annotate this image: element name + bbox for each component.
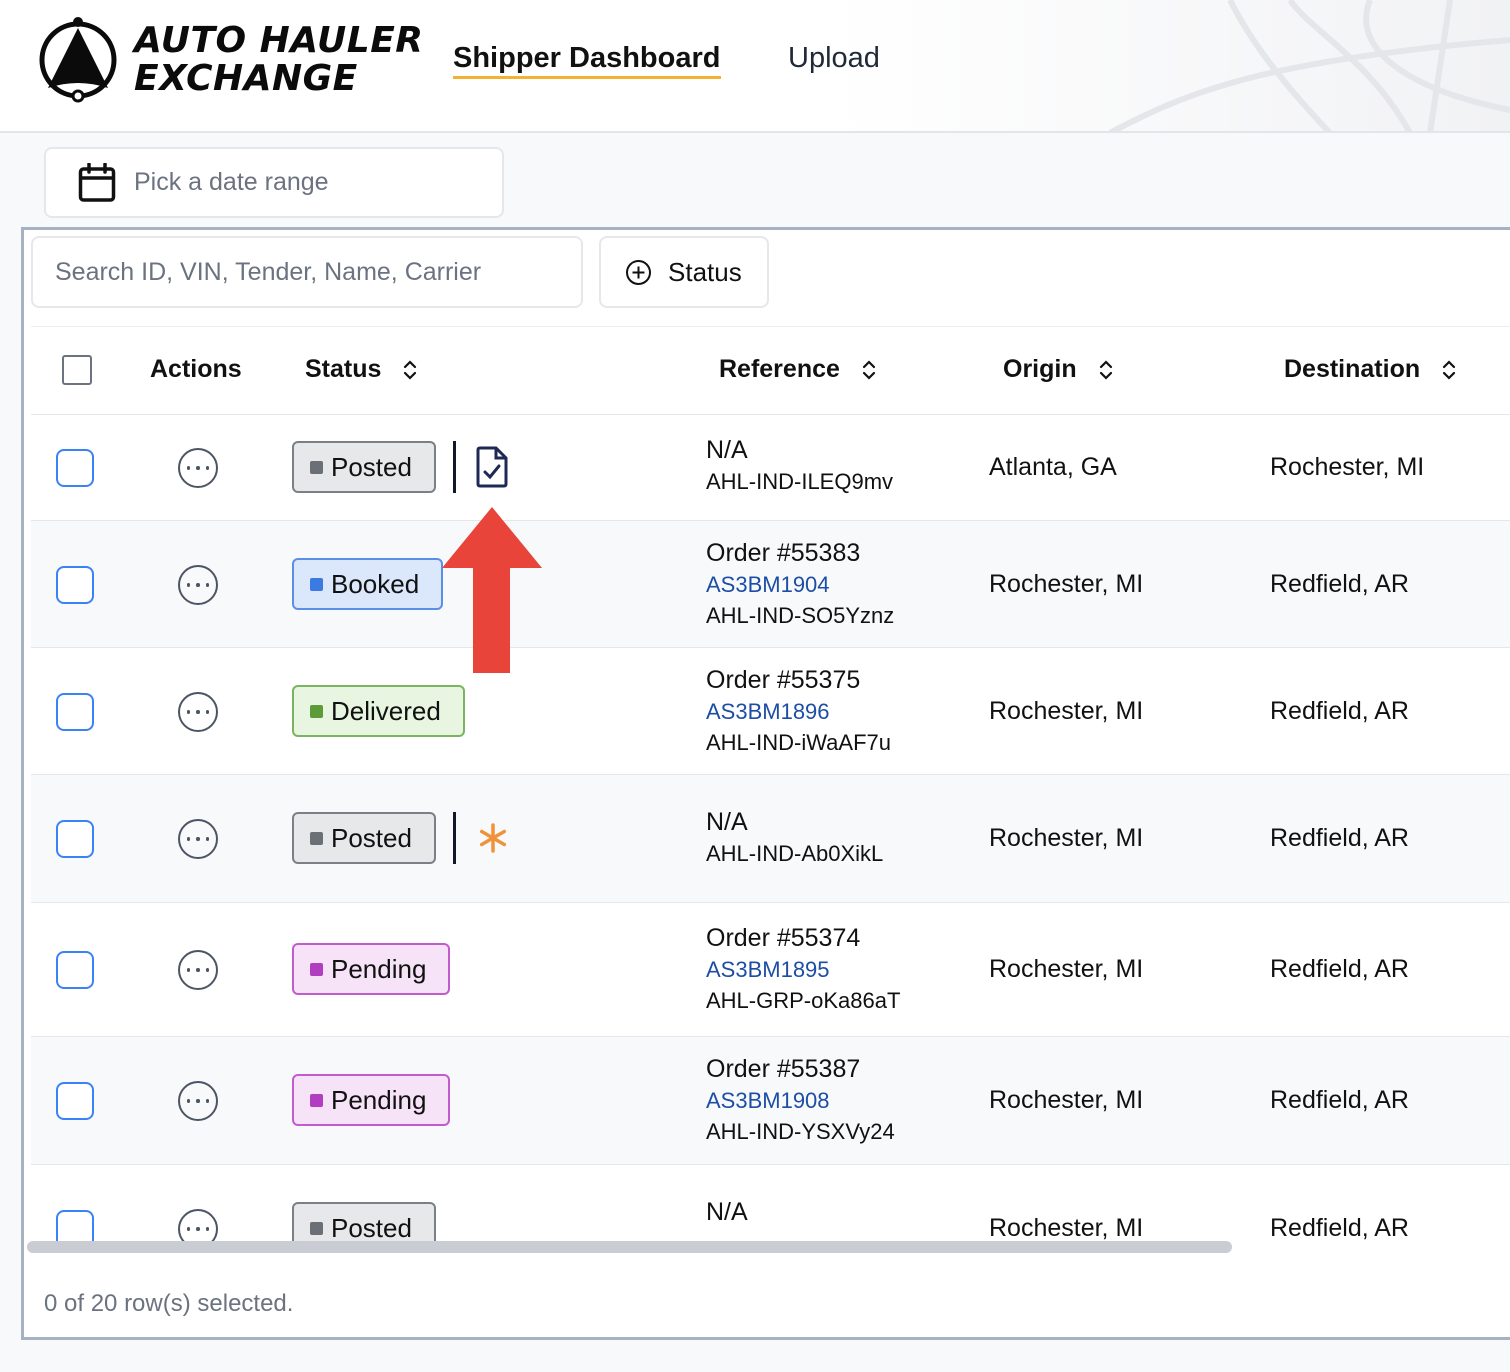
calendar-icon [78, 162, 116, 202]
table-header: Actions Status Reference Origin Destinat… [31, 327, 1510, 415]
asterisk-icon [479, 823, 507, 853]
column-header-reference[interactable]: Reference [719, 355, 876, 384]
origin-cell: Rochester, MI [989, 697, 1144, 725]
row-checkbox[interactable] [56, 951, 94, 989]
destination-cell: Redfield, AR [1270, 697, 1409, 725]
annotation-arrow-icon [442, 507, 542, 673]
status-filter-label: Status [668, 256, 742, 287]
destination-cell: Redfield, AR [1270, 1086, 1409, 1114]
reference-cell: Order #55374 AS3BM1895 AHL-GRP-oKa86aT [706, 924, 901, 1013]
status-badge: Booked [292, 558, 444, 610]
brand-logo-icon[interactable] [36, 16, 120, 104]
reference-cell: Order #55387 AS3BM1908 AHL-IND-YSXVy24 [706, 1055, 895, 1144]
row-checkbox[interactable] [56, 449, 94, 487]
table-row[interactable]: Delivered Order #55375 AS3BM1896 AHL-IND… [31, 648, 1510, 775]
row-actions-more-icon[interactable] [178, 448, 218, 488]
status-badge: Posted [292, 812, 436, 864]
table-row[interactable]: Pending Order #55387 AS3BM1908 AHL-IND-Y… [31, 1037, 1510, 1165]
reference-cell: Order #55383 AS3BM1904 AHL-IND-SO5Yznz [706, 539, 895, 628]
row-actions-more-icon[interactable] [178, 819, 218, 859]
origin-cell: Atlanta, GA [989, 453, 1117, 481]
sort-icon [1099, 359, 1112, 380]
row-checkbox[interactable] [56, 820, 94, 858]
row-actions-more-icon[interactable] [178, 950, 218, 990]
row-actions-more-icon[interactable] [178, 1081, 218, 1121]
app-header: AUTO HAULER EXCHANGE Shipper Dashboard U… [0, 0, 1510, 133]
vin-link[interactable]: AS3BM1896 [706, 696, 891, 727]
plus-circle-icon [626, 259, 651, 285]
reference-cell: N/A AHL-IND-Ab0XikL [706, 808, 884, 866]
status-badge: Posted [292, 441, 436, 493]
vin-link[interactable]: AS3BM1904 [706, 569, 894, 600]
status-badge: Pending [292, 943, 451, 995]
origin-cell: Rochester, MI [989, 1086, 1144, 1114]
horizontal-scrollbar[interactable] [27, 1241, 1232, 1253]
vin-link[interactable]: AS3BM1908 [706, 1085, 895, 1116]
origin-cell: Rochester, MI [989, 955, 1144, 983]
row-checkbox[interactable] [56, 566, 94, 604]
sort-icon [404, 359, 417, 380]
status-badge: Posted [292, 1202, 436, 1246]
sort-icon [1443, 359, 1456, 380]
reference-cell: N/A AHL-IND-ILEQ9mv [706, 436, 894, 494]
document-check-icon[interactable] [474, 446, 510, 488]
divider [453, 812, 456, 864]
select-all-checkbox[interactable] [62, 355, 92, 385]
nav-upload[interactable]: Upload [788, 42, 880, 75]
date-range-picker[interactable]: Pick a date range [44, 147, 504, 218]
reference-cell: Order #55375 AS3BM1896 AHL-IND-iWaAF7u [706, 666, 891, 755]
loads-panel: Status Actions Status Reference Origin D… [21, 227, 1510, 1340]
sort-icon [862, 359, 876, 380]
divider [453, 441, 456, 493]
destination-cell: Redfield, AR [1270, 1214, 1409, 1242]
destination-cell: Redfield, AR [1270, 824, 1409, 852]
status-badge: Delivered [292, 685, 465, 737]
nav-shipper-dashboard[interactable]: Shipper Dashboard [453, 42, 721, 79]
column-header-status[interactable]: Status [305, 355, 417, 384]
vin-link[interactable]: AS3BM1895 [706, 954, 900, 985]
date-range-placeholder: Pick a date range [134, 168, 329, 196]
search-input[interactable] [31, 236, 583, 308]
status-badge: Pending [292, 1074, 451, 1126]
destination-cell: Rochester, MI [1270, 453, 1425, 481]
table-row[interactable]: Posted N/A Rochester, MI Redfield, AR [31, 1165, 1510, 1246]
column-header-actions: Actions [150, 355, 242, 383]
table-row[interactable]: Posted N/A AHL-IND-ILEQ9mv Atlanta, GA R… [31, 415, 1510, 521]
selection-count: 0 of 20 row(s) selected. [44, 1290, 294, 1317]
row-actions-more-icon[interactable] [178, 692, 218, 732]
column-header-destination[interactable]: Destination [1284, 355, 1456, 384]
brand-name: AUTO HAULER EXCHANGE [134, 20, 424, 99]
table-row[interactable]: Booked Order #55383 AS3BM1904 AHL-IND-SO… [31, 521, 1510, 648]
destination-cell: Redfield, AR [1270, 570, 1409, 598]
row-actions-more-icon[interactable] [178, 565, 218, 605]
table-row[interactable]: Pending Order #55374 AS3BM1895 AHL-GRP-o… [31, 903, 1510, 1037]
status-filter-button[interactable]: Status [599, 236, 769, 308]
destination-cell: Redfield, AR [1270, 955, 1409, 983]
origin-cell: Rochester, MI [989, 570, 1144, 598]
reference-cell: N/A [706, 1198, 748, 1226]
table-row[interactable]: Posted N/A AHL-IND-Ab0XikL Rochester, MI… [31, 775, 1510, 903]
row-checkbox[interactable] [56, 693, 94, 731]
column-header-origin[interactable]: Origin [1003, 355, 1113, 384]
loads-table: Actions Status Reference Origin Destinat… [31, 326, 1510, 1246]
origin-cell: Rochester, MI [989, 1214, 1144, 1242]
row-checkbox[interactable] [56, 1082, 94, 1120]
map-background-decoration [1108, 0, 1510, 131]
origin-cell: Rochester, MI [989, 824, 1144, 852]
